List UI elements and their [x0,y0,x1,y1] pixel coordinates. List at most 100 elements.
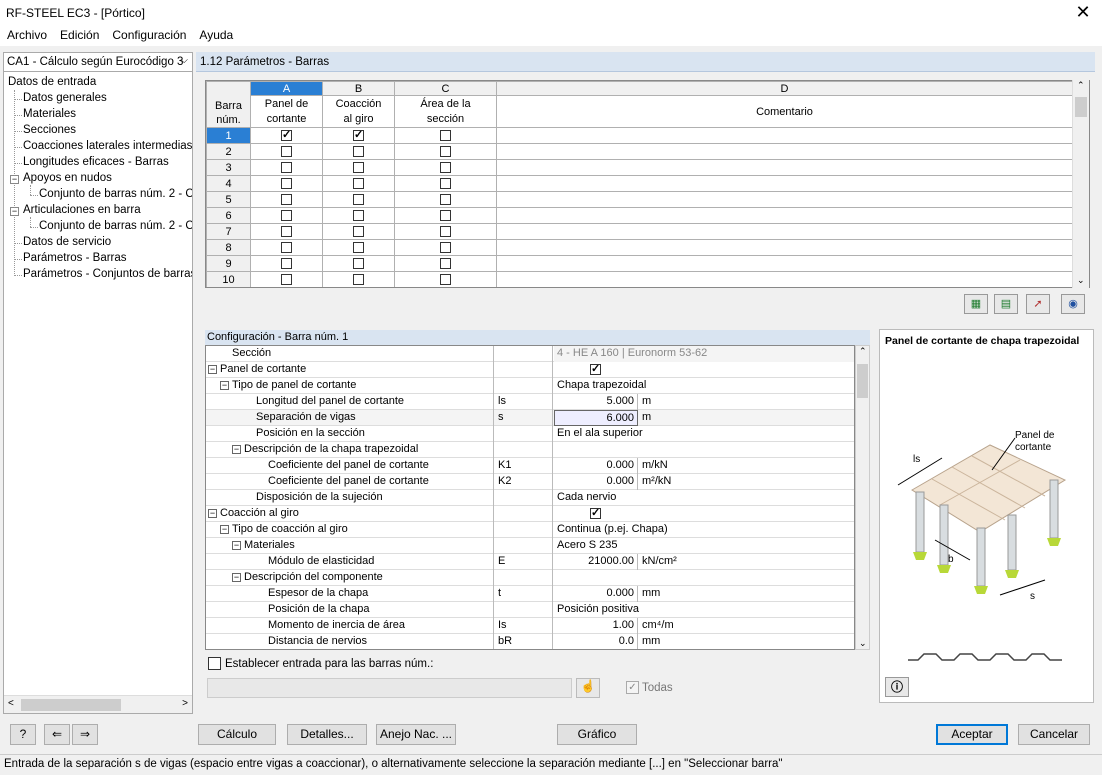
config-checkbox[interactable] [590,362,601,375]
row-6-area-cell[interactable] [394,207,497,224]
table-vscroll[interactable]: ⌃ ⌄ [1072,80,1089,288]
tree-item-articulaciones[interactable]: Articulaciones en barra [23,204,141,216]
area-checkbox[interactable] [440,130,451,142]
config-row[interactable]: − Materiales Acero S 235 [206,538,854,554]
arrow-left-icon[interactable]: < [8,698,14,709]
menu-edicion[interactable]: Edición [53,26,105,42]
col-letter-d[interactable]: D [496,81,1073,96]
config-value[interactable]: 0.0 [554,634,638,649]
chevron-down-icon[interactable]: ⌵ [180,55,188,66]
config-row[interactable]: − Descripción de la chapa trapezoidal [206,442,854,458]
row-7-coaccion-cell[interactable] [322,223,395,240]
panel-checkbox[interactable] [281,194,292,206]
collapse-icon[interactable]: − [10,175,19,184]
row-9-area-cell[interactable] [394,255,497,272]
collapse-icon[interactable]: − [232,444,241,454]
config-row[interactable]: Módulo de elasticidad E 21000.00 kN/cm² [206,554,854,570]
collapse-icon[interactable]: − [232,572,241,582]
area-checkbox[interactable] [440,226,451,238]
row-1-panel-cell[interactable] [250,127,323,144]
row-7-comment-cell[interactable] [496,223,1073,240]
info-icon[interactable]: ⓘ [885,677,909,697]
row-4-coaccion-cell[interactable] [322,175,395,192]
select-barra-icon[interactable]: ☝ [576,678,600,698]
area-checkbox[interactable] [440,178,451,190]
row-5-panel-cell[interactable] [250,191,323,208]
panel-checkbox[interactable] [281,162,292,174]
config-row[interactable]: − Coacción al giro [206,506,854,522]
config-value[interactable]: 5.000 [554,394,638,410]
row-10-coaccion-cell[interactable] [322,271,395,287]
row-number[interactable]: 10 [206,271,251,287]
area-checkbox[interactable] [440,258,451,270]
row-number[interactable]: 2 [206,143,251,160]
config-row[interactable]: Espesor de la chapa t 0.000 mm [206,586,854,602]
config-value[interactable]: 21000.00 [554,554,638,570]
config-row[interactable]: Posición en la sección En el ala superior [206,426,854,442]
area-checkbox[interactable] [440,242,451,254]
row-6-panel-cell[interactable] [250,207,323,224]
row-number[interactable]: 1 [206,127,251,144]
coaccion-checkbox[interactable] [353,129,364,142]
coaccion-checkbox[interactable] [353,194,364,206]
collapse-icon[interactable]: − [208,364,217,374]
panel-checkbox[interactable] [281,226,292,238]
config-row[interactable]: Posición de la chapa Posición positiva [206,602,854,618]
panel-checkbox[interactable] [281,258,292,270]
panel-checkbox[interactable] [281,210,292,222]
barras-input[interactable] [207,678,572,698]
area-checkbox[interactable] [440,162,451,174]
tree-item-apoyos-conjunto[interactable]: Conjunto de barras núm. 2 - Columna [39,188,192,200]
coaccion-checkbox[interactable] [353,242,364,254]
row-2-comment-cell[interactable] [496,143,1073,160]
col-letter-a[interactable]: A [250,81,323,96]
config-row[interactable]: Coeficiente del panel de cortante K2 0.000… [206,474,854,490]
close-icon[interactable]: ✕ [1072,2,1094,23]
row-3-panel-cell[interactable] [250,159,323,176]
row-1-area-cell[interactable] [394,127,497,144]
chevron-down-icon[interactable]: ⌄ [1077,275,1085,286]
config-row[interactable]: Disposición de la sujeción Cada nervio [206,490,854,506]
row-2-panel-cell[interactable] [250,143,323,160]
row-4-area-cell[interactable] [394,175,497,192]
tree-item-articulaciones-conjunto[interactable]: Conjunto de barras núm. 2 - Columna [39,220,192,232]
collapse-icon[interactable]: − [232,540,241,550]
help-icon[interactable]: ? [10,724,36,745]
row-6-coaccion-cell[interactable] [322,207,395,224]
row-7-panel-cell[interactable] [250,223,323,240]
chevron-up-icon[interactable]: ⌃ [859,346,867,357]
area-checkbox[interactable] [440,210,451,222]
config-value[interactable]: 0.000 [554,586,638,602]
coaccion-checkbox[interactable] [353,146,364,158]
config-value[interactable]: Posición positiva [554,602,854,618]
row-1-comment-cell[interactable] [496,127,1073,144]
config-vscroll[interactable]: ⌃ ⌄ [855,345,870,650]
row-3-coaccion-cell[interactable] [322,159,395,176]
config-value[interactable]: Continua (p.ej. Chapa) [554,522,854,538]
row-10-panel-cell[interactable] [250,271,323,287]
row-9-coaccion-cell[interactable] [322,255,395,272]
detalles-button[interactable]: Detalles... [287,724,367,745]
row-10-area-cell[interactable] [394,271,497,287]
row-8-area-cell[interactable] [394,239,497,256]
tree-item-materiales[interactable]: Materiales [23,108,76,120]
cancelar-button[interactable]: Cancelar [1018,724,1090,745]
config-row[interactable]: − Panel de cortante [206,362,854,378]
config-value[interactable]: 0.000 [554,458,638,474]
tree-item-parametros-conjuntos[interactable]: Parámetros - Conjuntos de barras [23,268,192,280]
row-8-panel-cell[interactable] [250,239,323,256]
coaccion-checkbox[interactable] [353,178,364,190]
menu-ayuda[interactable]: Ayuda [192,26,239,42]
panel-checkbox[interactable] [281,242,292,254]
coaccion-checkbox[interactable] [353,162,364,174]
config-value[interactable]: 4 - HE A 160 | Euronorm 53-62 [554,346,854,362]
row-5-area-cell[interactable] [394,191,497,208]
row-6-comment-cell[interactable] [496,207,1073,224]
config-value[interactable]: Acero S 235 [554,538,854,554]
row-5-coaccion-cell[interactable] [322,191,395,208]
collapse-icon[interactable]: − [220,380,229,390]
chevron-up-icon[interactable]: ⌃ [1077,80,1085,91]
row-1-coaccion-cell[interactable] [322,127,395,144]
collapse-icon[interactable]: − [220,524,229,534]
area-checkbox[interactable] [440,274,451,286]
